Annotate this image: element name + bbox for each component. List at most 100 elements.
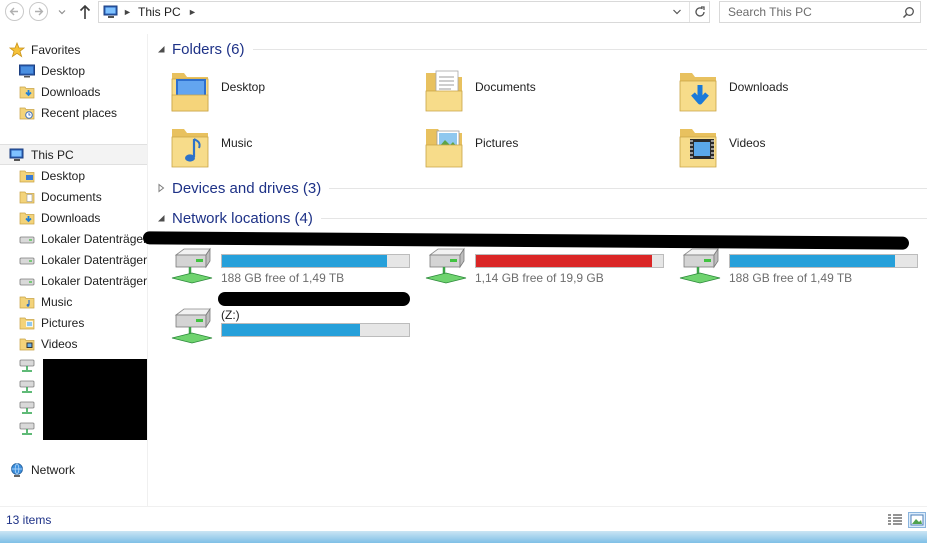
folder-downloads-icon xyxy=(19,210,35,226)
group-divider xyxy=(252,48,927,50)
folder-tile-music[interactable]: Music xyxy=(170,121,420,171)
folder-videos-icon xyxy=(19,336,35,352)
folder-music-icon xyxy=(171,129,209,168)
folder-tile-pictures[interactable]: Pictures xyxy=(424,121,674,171)
drive-usage-fill xyxy=(222,324,361,336)
nav-favorites-desktop[interactable]: Desktop xyxy=(0,60,147,81)
drive-free-space: 188 GB free of 1,49 TB xyxy=(221,271,345,285)
folder-name: Documents xyxy=(475,80,536,94)
group-header-folders[interactable]: Folders (6) xyxy=(156,37,927,61)
group-title: Devices and drives (3) xyxy=(172,179,322,197)
nav-item-label: Pictures xyxy=(41,315,85,330)
network-drive-icon xyxy=(171,247,213,284)
breadcrumb-separator[interactable]: ► xyxy=(188,7,197,17)
folder-tile-desktop[interactable]: Desktop xyxy=(170,65,420,115)
arrow-right-icon xyxy=(35,7,44,16)
nav-favorites-label: Favorites xyxy=(31,42,81,57)
network-drive-icon xyxy=(19,379,35,395)
search-box[interactable] xyxy=(719,1,921,23)
nav-thispc-videos[interactable]: Videos xyxy=(0,333,147,354)
nav-item-label: Desktop xyxy=(41,63,86,78)
recent-places-icon xyxy=(19,105,35,121)
group-divider xyxy=(320,217,927,219)
chevron-down-icon[interactable] xyxy=(671,6,683,18)
folder-tile-downloads[interactable]: Downloads xyxy=(678,65,927,115)
nav-item-label: Videos xyxy=(41,336,78,351)
nav-thispc-documents[interactable]: Documents xyxy=(0,186,147,207)
folder-name: Desktop xyxy=(221,80,266,94)
nav-favorites[interactable]: Favorites xyxy=(0,39,147,60)
large-icons-view-icon xyxy=(910,514,924,526)
nav-item-label: Downloads xyxy=(41,210,101,225)
folder-name: Downloads xyxy=(729,80,789,94)
nav-item-label: Lokaler Datenträger xyxy=(41,273,148,288)
folder-tile-videos[interactable]: Videos xyxy=(678,121,927,171)
drive-usage-fill xyxy=(730,255,895,267)
nav-thispc-music[interactable]: Music xyxy=(0,291,147,312)
network-drive-icon xyxy=(171,307,213,344)
chevron-right-icon xyxy=(158,183,165,193)
large-icons-view-button[interactable] xyxy=(908,512,926,528)
status-bar: 13 items xyxy=(0,506,927,531)
arrow-left-icon xyxy=(9,7,18,16)
nav-this-pc[interactable]: This PC xyxy=(0,144,147,165)
nav-item-label: Lokaler Datenträger xyxy=(41,231,148,246)
navigation-pane: Favorites Desktop Downloads Recent place… xyxy=(0,34,148,506)
group-header-devices[interactable]: Devices and drives (3) xyxy=(156,176,927,200)
nav-favorites-recent[interactable]: Recent places xyxy=(0,102,147,123)
breadcrumb-separator[interactable]: ► xyxy=(123,7,132,17)
nav-item-label: Lokaler Datenträger xyxy=(41,252,148,267)
group-title: Folders (6) xyxy=(172,40,245,58)
redacted-area xyxy=(218,292,410,306)
taskbar-edge xyxy=(0,531,927,543)
refresh-button[interactable] xyxy=(689,2,709,22)
nav-thispc-pictures[interactable]: Pictures xyxy=(0,312,147,333)
forward-button[interactable] xyxy=(29,2,48,21)
drive-usage-bar xyxy=(221,254,410,268)
folder-tile-documents[interactable]: Documents xyxy=(424,65,674,115)
drive-usage-bar xyxy=(475,254,664,268)
nav-thispc-local-disk-3[interactable]: Lokaler Datenträger xyxy=(0,270,147,291)
network-drive-tile[interactable]: 188 GB free of 1,49 TB xyxy=(170,239,420,287)
nav-thispc-downloads[interactable]: Downloads xyxy=(0,207,147,228)
drive-free-space: 188 GB free of 1,49 TB xyxy=(729,271,853,285)
refresh-icon xyxy=(695,6,705,17)
drive-free-space: 1,14 GB free of 19,9 GB xyxy=(475,271,604,285)
breadcrumb-this-pc[interactable]: This PC xyxy=(138,5,181,19)
arrow-up-icon[interactable] xyxy=(77,3,93,21)
search-input[interactable] xyxy=(721,3,896,21)
chevron-down-icon[interactable] xyxy=(56,6,68,18)
drive-name: (Z:) xyxy=(221,308,240,322)
back-button[interactable] xyxy=(5,2,24,21)
network-drive-icon xyxy=(679,247,721,284)
folder-pictures-icon xyxy=(19,315,35,331)
redacted-area xyxy=(43,359,147,440)
folder-downloads-icon xyxy=(679,73,717,112)
hard-drive-icon xyxy=(19,273,35,289)
folder-desktop-icon xyxy=(171,73,209,112)
folder-documents-icon xyxy=(425,70,463,112)
item-count: 13 items xyxy=(6,513,52,527)
nav-favorites-downloads[interactable]: Downloads xyxy=(0,81,147,102)
search-icon[interactable] xyxy=(902,6,915,19)
folder-videos-icon xyxy=(679,129,717,168)
nav-item-label: Downloads xyxy=(41,84,101,99)
chevron-down-icon xyxy=(158,215,165,222)
drive-usage-bar xyxy=(729,254,918,268)
network-drive-tile[interactable]: (Z:) xyxy=(170,299,420,347)
group-divider xyxy=(329,187,927,189)
nav-thispc-local-disk-2[interactable]: Lokaler Datenträger xyxy=(0,249,147,270)
folder-music-icon xyxy=(19,294,35,310)
computer-icon xyxy=(9,147,25,163)
star-icon xyxy=(8,41,26,58)
group-header-network[interactable]: Network locations (4) xyxy=(156,206,927,230)
nav-thispc-desktop[interactable]: Desktop xyxy=(0,165,147,186)
drive-usage-fill xyxy=(476,255,652,267)
folder-pictures-icon xyxy=(425,129,463,168)
details-view-icon[interactable] xyxy=(887,513,903,527)
folder-name: Music xyxy=(221,136,253,150)
nav-network[interactable]: Network xyxy=(0,459,147,480)
nav-thispc-local-disk-1[interactable]: Lokaler Datenträger xyxy=(0,228,147,249)
content-pane: Folders (6) Desktop Documents Downloads xyxy=(142,34,927,506)
address-bar[interactable]: ► This PC ► xyxy=(98,1,710,23)
